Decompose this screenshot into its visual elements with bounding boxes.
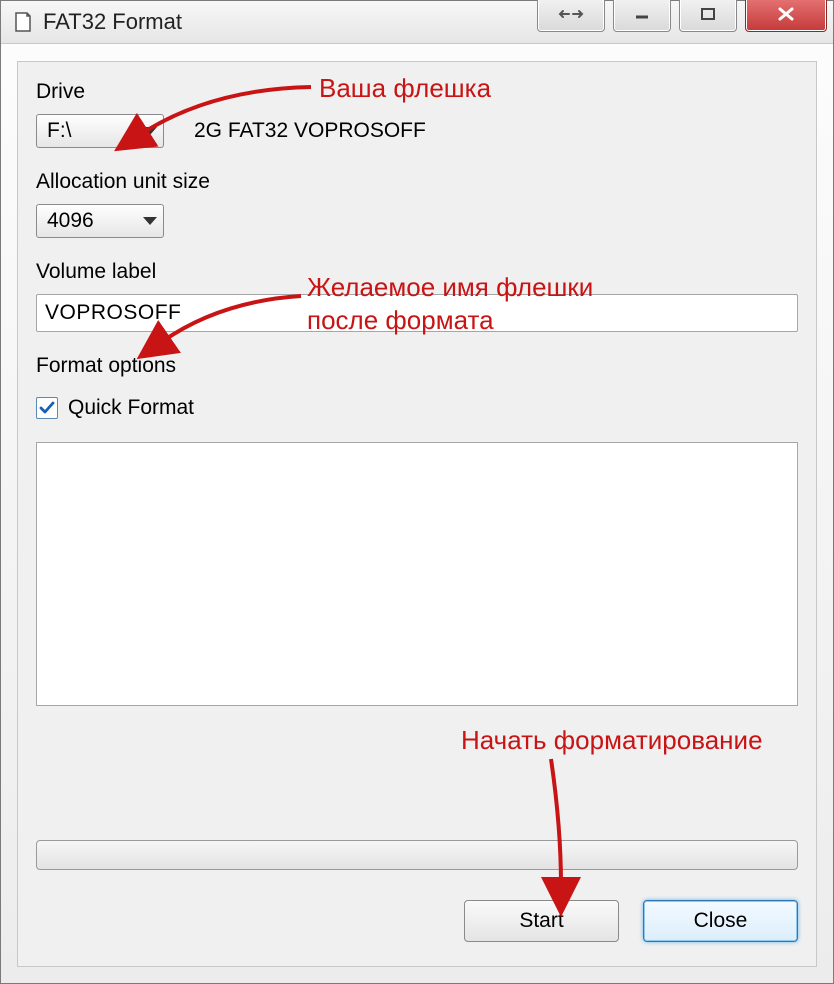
progress-bar — [36, 840, 798, 870]
close-button[interactable]: Close — [643, 900, 798, 942]
log-area — [36, 442, 798, 706]
window-title: FAT32 Format — [43, 9, 182, 35]
close-window-button[interactable] — [745, 0, 827, 32]
window-buttons — [537, 0, 827, 32]
quick-format-label: Quick Format — [68, 396, 194, 420]
format-options-label: Format options — [36, 354, 798, 378]
allocation-select-value: 4096 — [47, 209, 94, 233]
quick-format-checkbox[interactable] — [36, 397, 58, 419]
titlebar: FAT32 Format — [1, 1, 833, 44]
chevron-down-icon — [143, 217, 157, 225]
app-window: FAT32 Format Drive — [0, 0, 834, 984]
resize-button[interactable] — [537, 0, 605, 32]
drive-select-value: F:\ — [47, 119, 72, 143]
drive-select[interactable]: F:\ — [36, 114, 164, 148]
drive-info-text: 2G FAT32 VOPROSOFF — [194, 119, 426, 143]
allocation-select[interactable]: 4096 — [36, 204, 164, 238]
minimize-button[interactable] — [613, 0, 671, 32]
drive-label: Drive — [36, 80, 798, 104]
volume-label-caption: Volume label — [36, 260, 798, 284]
chevron-down-icon — [143, 127, 157, 135]
start-button[interactable]: Start — [464, 900, 619, 942]
app-icon — [13, 12, 33, 32]
client-area: Drive F:\ 2G FAT32 VOPROSOFF Allocation … — [17, 61, 817, 967]
alloc-label: Allocation unit size — [36, 170, 798, 194]
maximize-button[interactable] — [679, 0, 737, 32]
volume-label-input[interactable] — [36, 294, 798, 332]
